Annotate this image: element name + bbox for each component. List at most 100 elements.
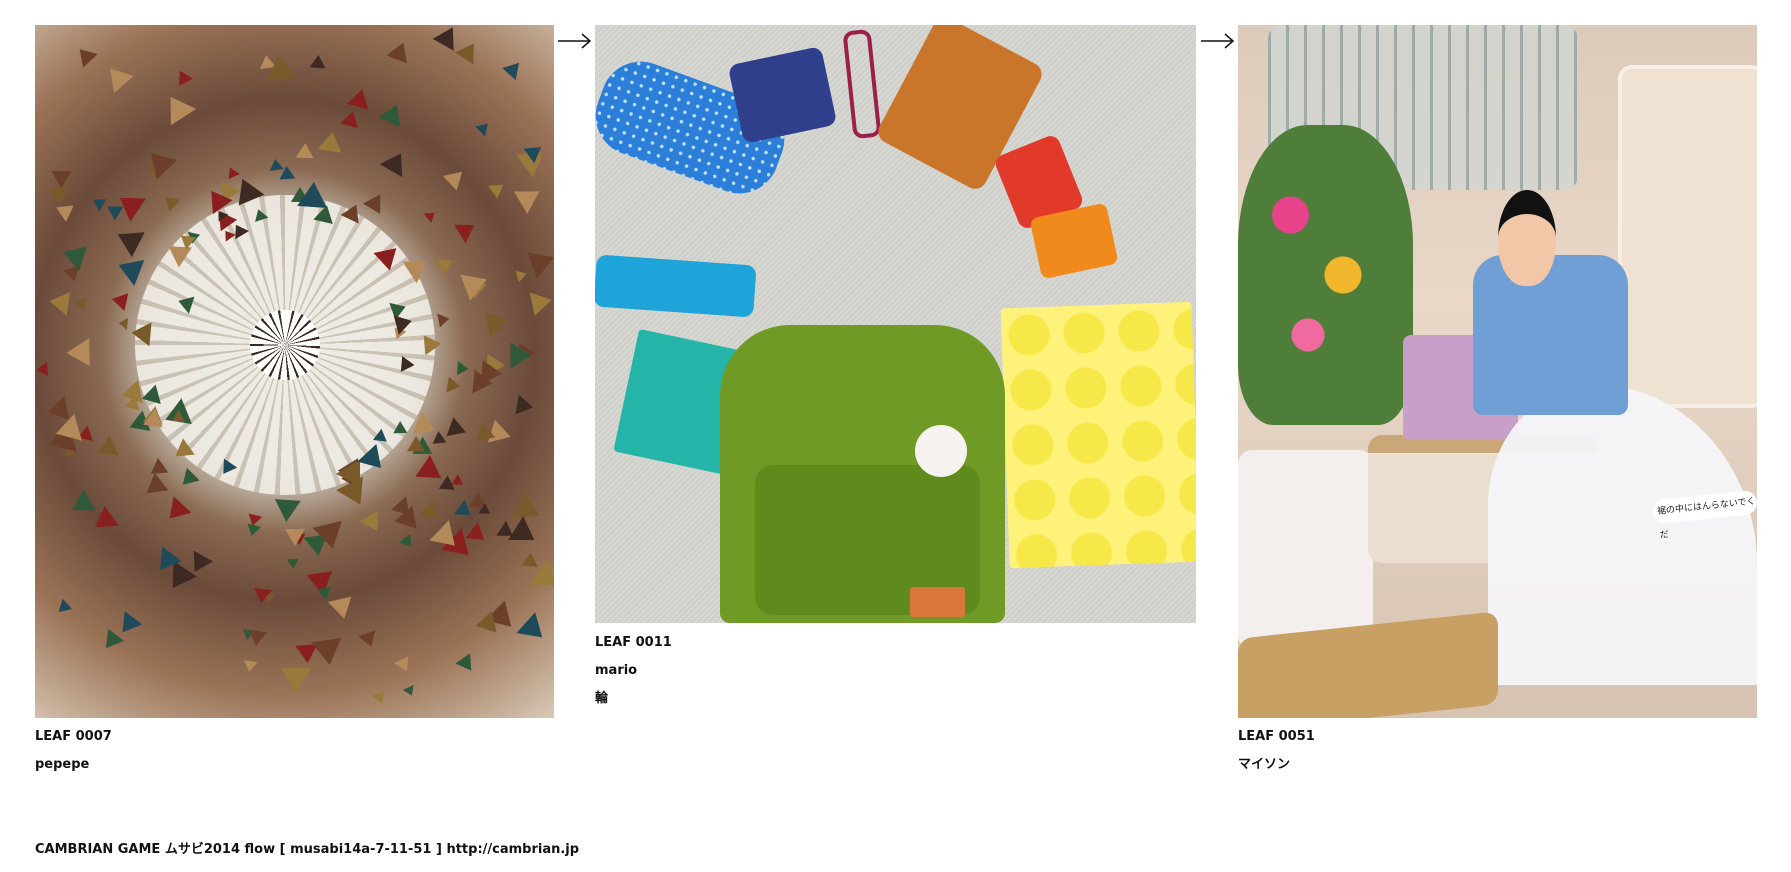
paper-crane (73, 295, 87, 311)
paper-crane (263, 53, 297, 81)
right-arrow-icon (558, 33, 592, 49)
flower-arrangement (1238, 125, 1413, 425)
paper-crane (36, 361, 49, 377)
paper-crane (317, 587, 334, 602)
glasses-item (842, 28, 882, 140)
paper-crane (295, 142, 314, 158)
paper-crane (66, 338, 90, 367)
paper-crane (379, 146, 413, 177)
paper-crane (453, 215, 480, 243)
paper-crane (245, 523, 262, 538)
paper-crane (514, 180, 547, 214)
paper-crane (398, 533, 417, 551)
paper-crane (454, 652, 479, 676)
paper-crane (61, 262, 79, 282)
paper-crane (357, 630, 380, 650)
paper-crane (141, 143, 178, 180)
leaf-0011-photo[interactable] (595, 25, 1196, 623)
paper-crane (54, 598, 73, 618)
leaf-0051-id: LEAF 0051 (1238, 729, 1315, 744)
bird-charm (915, 425, 967, 477)
paper-crane (488, 178, 508, 200)
paper-crane (475, 118, 493, 137)
paper-crane (113, 611, 143, 640)
paper-crane (485, 307, 511, 337)
paper-crane (443, 164, 470, 191)
paper-crane (109, 290, 129, 312)
paper-crane (502, 57, 526, 81)
leaf-0007-author[interactable]: pepepe (35, 757, 89, 773)
paper-crane (113, 252, 144, 287)
paper-crane (246, 630, 267, 648)
paper-crane (359, 510, 388, 537)
paper-crane (459, 266, 492, 301)
footer-credit: CAMBRIAN GAME ムサビ2014 flow [ musabi14a-7… (35, 842, 580, 857)
paper-crane (111, 221, 145, 257)
paper-crane (159, 191, 180, 213)
blue-wallet-item (727, 45, 838, 145)
paper-crane (157, 89, 196, 126)
leaf-0011-note: 輪 (595, 691, 609, 706)
paper-crane (160, 496, 192, 527)
paper-crane (117, 316, 128, 330)
paper-crane (173, 66, 194, 86)
paper-crane (386, 38, 414, 64)
paper-crane (437, 311, 452, 328)
paper-crane (242, 660, 258, 673)
paper-crane (45, 179, 69, 205)
leaf-0007-id: LEAF 0007 (35, 729, 112, 744)
paper-crane (480, 360, 503, 386)
paper-crane (285, 528, 306, 547)
paper-crane (311, 637, 345, 667)
paper-crane (393, 656, 414, 675)
paper-crane (340, 109, 362, 129)
leaf-0051-author[interactable]: マイソン (1238, 757, 1290, 773)
leaf-0051-photo[interactable]: 裾の中にはんらないでくだ (1238, 25, 1757, 718)
paper-crane (516, 612, 552, 648)
right-arrow-icon (1201, 33, 1235, 49)
paper-crane (176, 468, 200, 492)
paper-crane (317, 130, 345, 153)
paper-crane (378, 99, 408, 127)
paper-crane (139, 472, 168, 502)
paper-crane (130, 320, 152, 346)
paper-crane (529, 288, 554, 316)
paper-crane (527, 244, 554, 279)
paper-crane (423, 208, 439, 224)
paper-crane (510, 342, 532, 369)
blue-jacket (1473, 255, 1628, 415)
paper-crane (268, 157, 284, 171)
paper-crane (446, 376, 462, 395)
backpack-patch (910, 587, 965, 617)
leaf-0007-photo[interactable] (35, 25, 554, 718)
paper-crane (371, 691, 389, 707)
paper-crane (251, 588, 272, 605)
white-pedestal (1238, 450, 1373, 650)
paper-crane (72, 42, 99, 68)
paper-crane (424, 333, 443, 355)
paper-crane (309, 54, 327, 69)
paper-crane (362, 188, 389, 214)
paper-crane (44, 395, 70, 424)
pencil-case-item (595, 254, 757, 318)
leaf-0011-id: LEAF 0011 (595, 635, 672, 650)
paper-crane (93, 435, 119, 463)
paper-crane (456, 361, 469, 376)
parasol-hub (250, 310, 320, 380)
paper-crane (97, 628, 124, 655)
paper-crane (508, 516, 542, 552)
paper-crane (402, 685, 418, 699)
leaf-0011-author[interactable]: mario (595, 663, 637, 679)
paper-crane (312, 520, 348, 553)
figure-head (1498, 190, 1556, 286)
paper-crane (272, 499, 301, 523)
paper-crane (515, 267, 529, 283)
paper-crane (446, 417, 470, 442)
paper-crane (47, 289, 70, 317)
paper-crane (435, 252, 456, 275)
paper-crane (100, 59, 135, 93)
paper-crane (515, 394, 535, 418)
tulle-skirt (1488, 385, 1757, 685)
lemon-folder-item (1000, 301, 1196, 569)
paper-crane (287, 558, 300, 569)
